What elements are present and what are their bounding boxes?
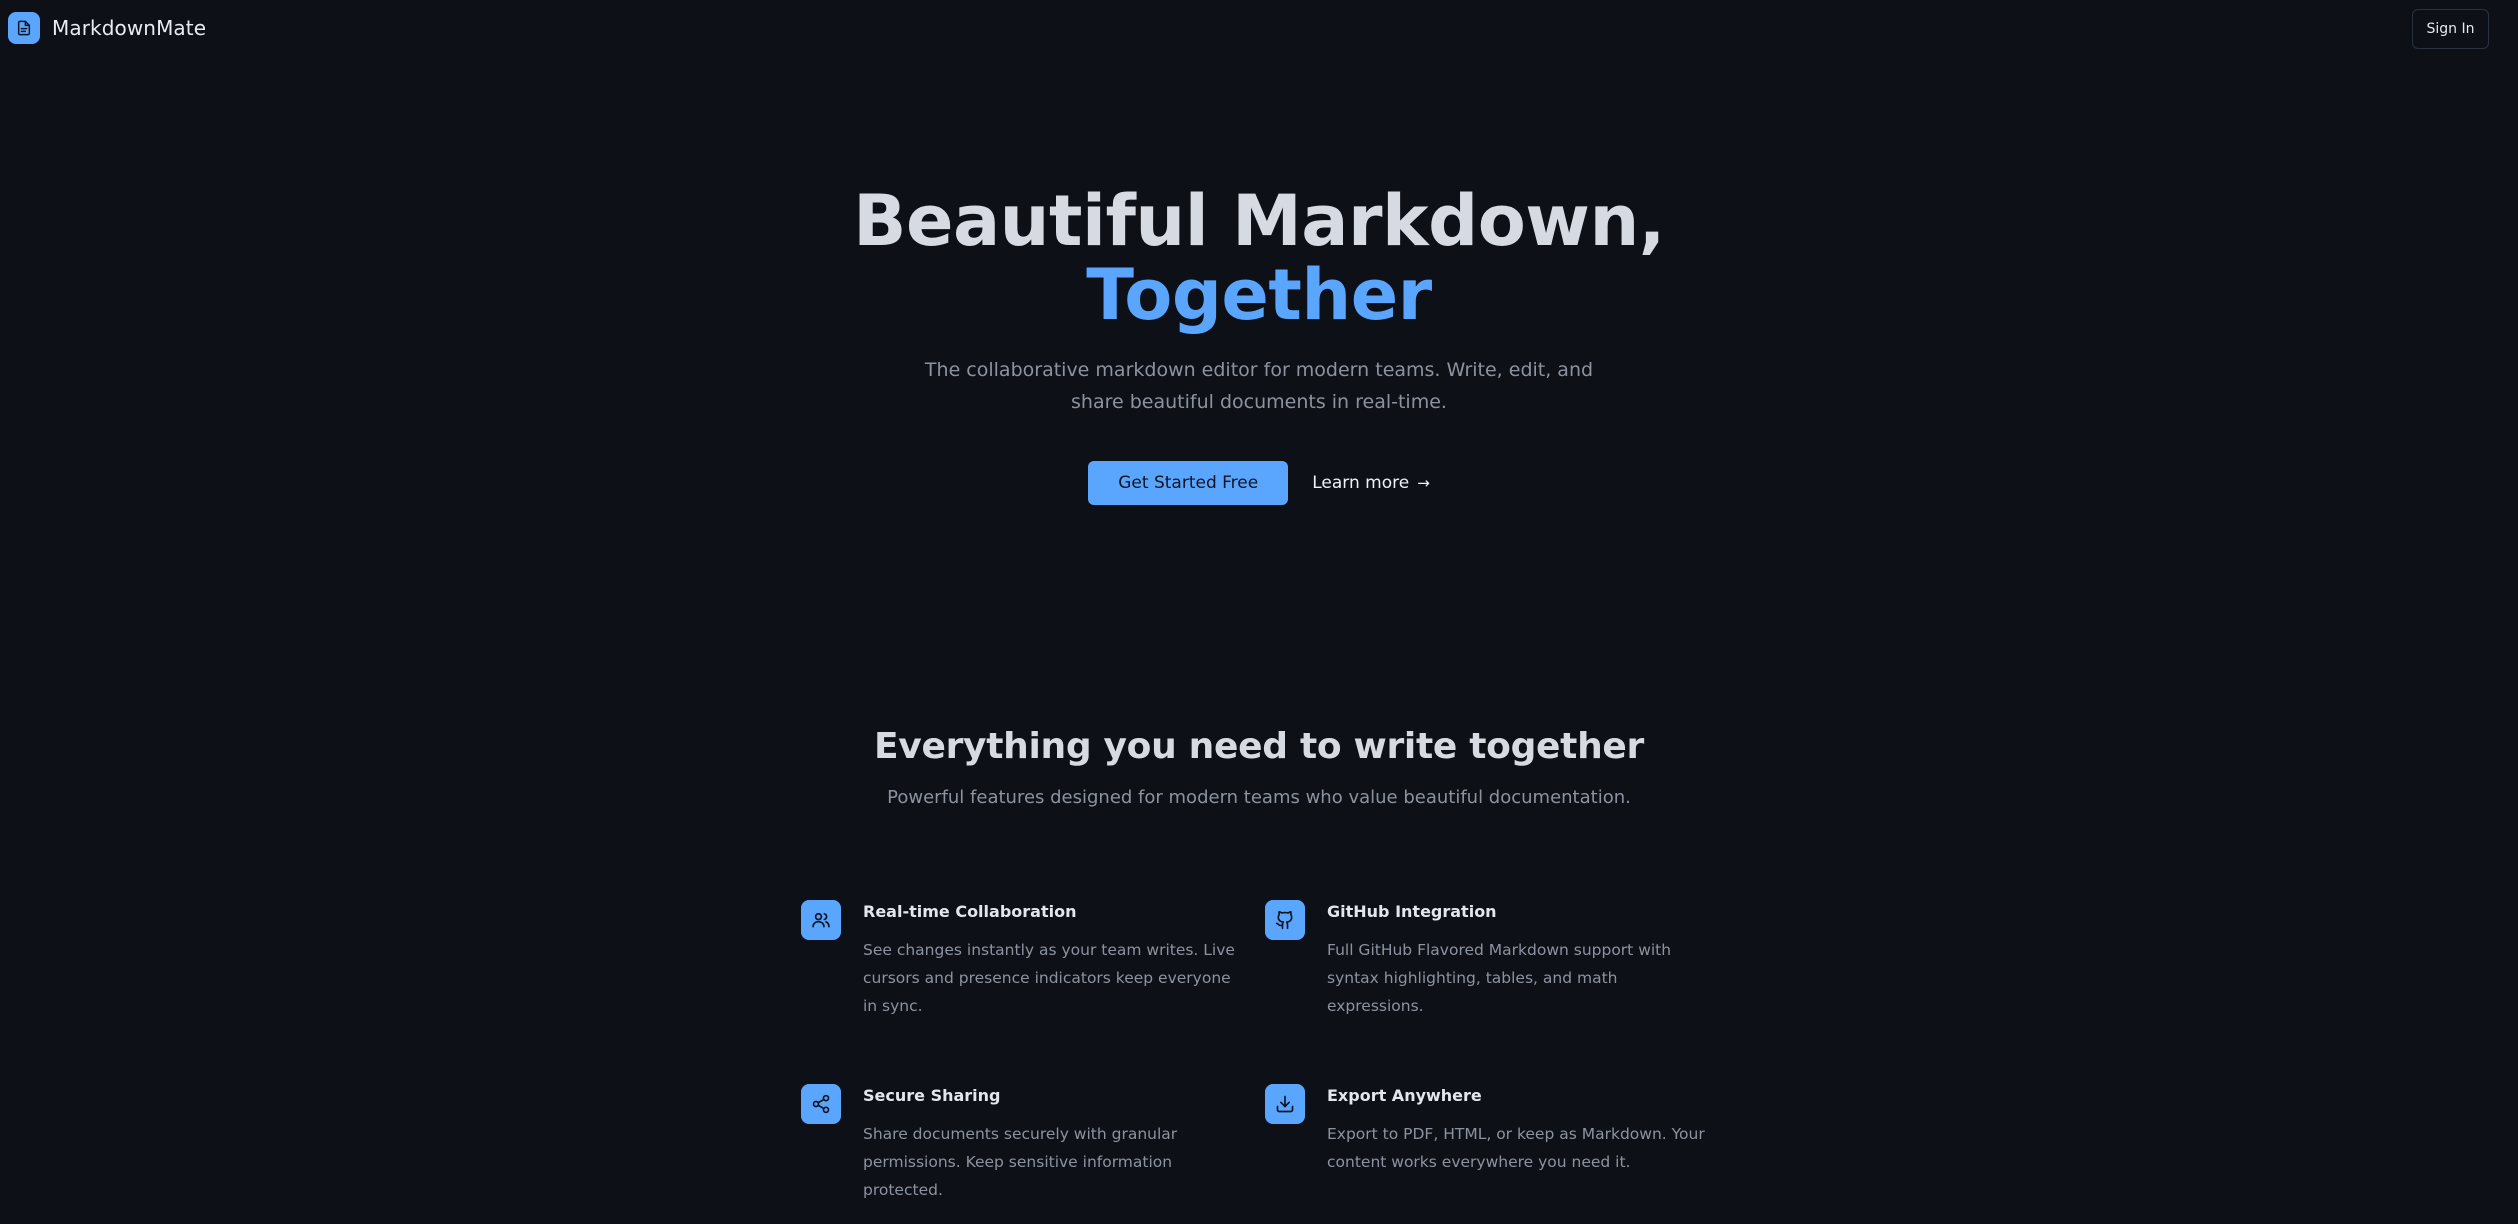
hero-title-line1: Beautiful Markdown,: [853, 180, 1665, 262]
users-icon: [801, 900, 841, 940]
feature-item: Export Anywhere Export to PDF, HTML, or …: [1265, 1083, 1705, 1176]
hero-section: Beautiful Markdown, Together The collabo…: [0, 184, 2518, 505]
features-subtitle: Powerful features designed for modern te…: [887, 787, 1631, 808]
learn-more-link[interactable]: Learn more →: [1312, 473, 1430, 493]
feature-item: Secure Sharing Share documents securely …: [801, 1083, 1241, 1204]
top-navbar: MarkdownMate Sign In: [0, 0, 2518, 56]
learn-more-label: Learn more: [1312, 473, 1410, 493]
feature-description: Share documents securely with granular p…: [863, 1125, 1178, 1199]
hero-title: Beautiful Markdown, Together: [0, 184, 2518, 332]
arrow-right-icon: →: [1417, 474, 1430, 492]
feature-item: Real-time Collaboration See changes inst…: [801, 899, 1241, 1020]
feature-description: See changes instantly as your team write…: [863, 941, 1235, 1015]
feature-item: GitHub Integration Full GitHub Flavored …: [1265, 899, 1705, 1020]
github-icon: [1265, 900, 1305, 940]
sign-in-button[interactable]: Sign In: [2412, 9, 2489, 49]
features-header: Everything you need to write together Po…: [0, 726, 2518, 808]
feature-description: Export to PDF, HTML, or keep as Markdown…: [1327, 1125, 1705, 1171]
feature-title: Real-time Collaboration: [863, 902, 1077, 921]
brand-link[interactable]: MarkdownMate: [8, 12, 206, 44]
hero-title-accent: Together: [1086, 254, 1432, 336]
brand-name: MarkdownMate: [52, 16, 207, 40]
hero-actions: Get Started Free Learn more →: [0, 461, 2518, 505]
share-icon: [801, 1084, 841, 1124]
feature-description: Full GitHub Flavored Markdown support wi…: [1327, 941, 1672, 1015]
document-icon: [8, 12, 40, 44]
get-started-button[interactable]: Get Started Free: [1088, 461, 1289, 505]
features-title: Everything you need to write together: [874, 726, 1644, 767]
hero-subtitle: The collaborative markdown editor for mo…: [924, 359, 1594, 413]
feature-title: Export Anywhere: [1327, 1086, 1482, 1105]
feature-title: GitHub Integration: [1327, 902, 1497, 921]
download-icon: [1265, 1084, 1305, 1124]
feature-title: Secure Sharing: [863, 1086, 1001, 1105]
